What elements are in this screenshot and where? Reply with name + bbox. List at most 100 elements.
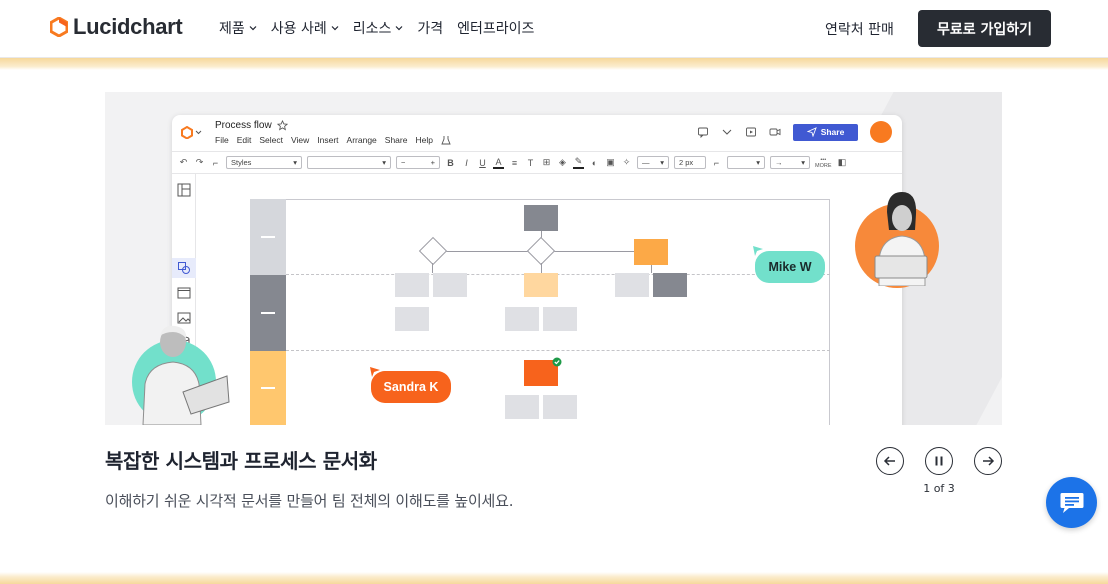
process-box (433, 273, 467, 297)
nav-enterprise[interactable]: 엔터프라이즈 (457, 18, 534, 38)
process-box (524, 205, 558, 231)
collaborator-tag-mike: Mike W (755, 251, 825, 283)
font-dropdown[interactable]: ▾ (307, 156, 391, 169)
share-button[interactable]: Share (793, 123, 858, 141)
italic-icon[interactable]: I (461, 158, 472, 168)
collaborator-tag-sandra: Sandra K (371, 371, 451, 403)
flask-icon[interactable] (441, 135, 451, 145)
menu-select[interactable]: Select (259, 135, 283, 145)
connector-line (541, 263, 542, 273)
nav-link-label: 엔터프라이즈 (457, 21, 535, 37)
menu-file[interactable]: File (215, 135, 229, 145)
connector-line (432, 263, 433, 273)
text-color-icon[interactable]: A (493, 157, 504, 169)
lucidchart-logo[interactable]: Lucidchart (50, 14, 183, 40)
chevron-down-icon (331, 26, 339, 31)
top-nav: Lucidchart 제품 사용 사례 리소스 가격 엔터프라이즈 연락처 판매… (0, 0, 1108, 58)
image-icon[interactable] (177, 311, 191, 325)
process-box (543, 307, 577, 331)
templates-icon[interactable] (177, 183, 191, 197)
menu-view[interactable]: View (291, 135, 309, 145)
styles-dropdown[interactable]: Styles ▾ (226, 156, 302, 169)
shapes-icon[interactable] (177, 261, 191, 275)
present-icon[interactable] (745, 126, 757, 138)
comment-icon[interactable] (697, 126, 709, 138)
previous-slide-button[interactable] (876, 447, 904, 475)
menu-insert[interactable]: Insert (317, 135, 338, 145)
endpoint-start-dropdown[interactable]: ▾ (727, 156, 765, 169)
header-accent-stripe (0, 58, 1108, 70)
chevron-down-icon (195, 130, 202, 135)
app-menu-bar: File Edit Select View Insert Arrange Sha… (215, 135, 451, 145)
process-box (543, 395, 577, 419)
endpoint-end-dropdown[interactable]: → ▾ (770, 156, 810, 169)
border-icon[interactable]: ⊞ (541, 157, 552, 168)
video-icon[interactable] (769, 126, 781, 138)
chat-widget-button[interactable] (1046, 477, 1097, 528)
slide-description: 이해하기 쉬운 시각적 문서를 만들어 팀 전체의 이해도를 높이세요. (105, 492, 514, 510)
magic-icon[interactable]: ✧ (621, 157, 632, 168)
font-size-stepper[interactable]: − + (396, 156, 440, 169)
nav-link-label: 리소스 (352, 21, 392, 37)
nav-use-cases[interactable]: 사용 사례 (271, 18, 339, 38)
align-icon[interactable]: ≡ (509, 158, 520, 168)
pause-icon (935, 456, 943, 466)
format-painter-icon[interactable]: ⌐ (210, 158, 221, 168)
arrow-left-icon (883, 456, 895, 466)
line-width-dropdown[interactable]: 2 px (674, 156, 706, 169)
chevron-down-icon (249, 26, 257, 31)
process-box-highlight (524, 273, 558, 297)
underline-icon[interactable]: U (477, 158, 488, 168)
document-title[interactable]: Process flow (215, 120, 288, 131)
check-icon (552, 357, 562, 367)
document-title-text: Process flow (215, 120, 272, 131)
chevron-down-icon (395, 26, 403, 31)
line-style-dropdown[interactable]: — ▾ (637, 156, 669, 169)
slide-counter: 1 of 3 (923, 482, 955, 495)
next-slide-button[interactable] (974, 447, 1002, 475)
nav-resources[interactable]: 리소스 (353, 18, 404, 38)
lane-divider (286, 274, 830, 275)
nav-pricing[interactable]: 가격 (417, 18, 443, 38)
app-titlebar: Process flow File Edit Select View Inser… (172, 115, 902, 152)
contact-sales-link[interactable]: 연락처 판매 (825, 19, 894, 39)
styles-label: Styles (231, 158, 252, 167)
user-avatar[interactable] (870, 121, 892, 143)
share-button-label: Share (820, 127, 845, 137)
connector-icon[interactable]: ⌐ (711, 158, 722, 168)
menu-share[interactable]: Share (385, 135, 408, 145)
star-icon[interactable] (276, 120, 288, 131)
menu-edit[interactable]: Edit (237, 135, 252, 145)
image-edit-icon[interactable]: ▣ (605, 157, 616, 168)
chevron-down-icon[interactable] (721, 126, 733, 138)
text-options-icon[interactable]: T (525, 158, 536, 168)
bold-icon[interactable]: B (445, 158, 456, 168)
caret-down-icon: ▾ (382, 158, 386, 167)
line-color-icon[interactable]: ✎ (573, 156, 584, 169)
redo-icon[interactable]: ↷ (194, 157, 205, 168)
menu-arrange[interactable]: Arrange (347, 135, 377, 145)
caret-down-icon: ▾ (293, 158, 297, 167)
send-icon (806, 127, 817, 137)
more-label: MORE (815, 162, 832, 169)
pause-slide-button[interactable] (925, 447, 953, 475)
signup-button[interactable]: 무료로 가입하기 (918, 10, 1051, 47)
opacity-icon[interactable]: ◐ (589, 158, 600, 168)
line-width-value: 2 px (679, 158, 694, 167)
process-box-highlight (634, 239, 668, 265)
frame-icon[interactable] (177, 286, 191, 300)
main-menu: 제품 사용 사례 리소스 가격 엔터프라이즈 (219, 18, 534, 38)
hero-illustration: Process flow File Edit Select View Inser… (105, 92, 1002, 425)
person-with-laptop-illustration (142, 325, 230, 425)
panel-toggle-icon[interactable]: ◧ (837, 157, 848, 168)
more-button[interactable]: ••• MORE (815, 157, 832, 169)
lane-header-2 (250, 275, 286, 351)
slide-title: 복잡한 시스템과 프로세스 문서화 (105, 449, 377, 473)
nav-products[interactable]: 제품 (219, 18, 257, 38)
process-box (395, 273, 429, 297)
fill-icon[interactable]: ◈ (557, 157, 568, 168)
undo-icon[interactable]: ↶ (178, 157, 189, 168)
menu-help[interactable]: Help (415, 135, 432, 145)
arrow-right-icon (983, 456, 995, 466)
lane-header-1 (250, 199, 286, 275)
